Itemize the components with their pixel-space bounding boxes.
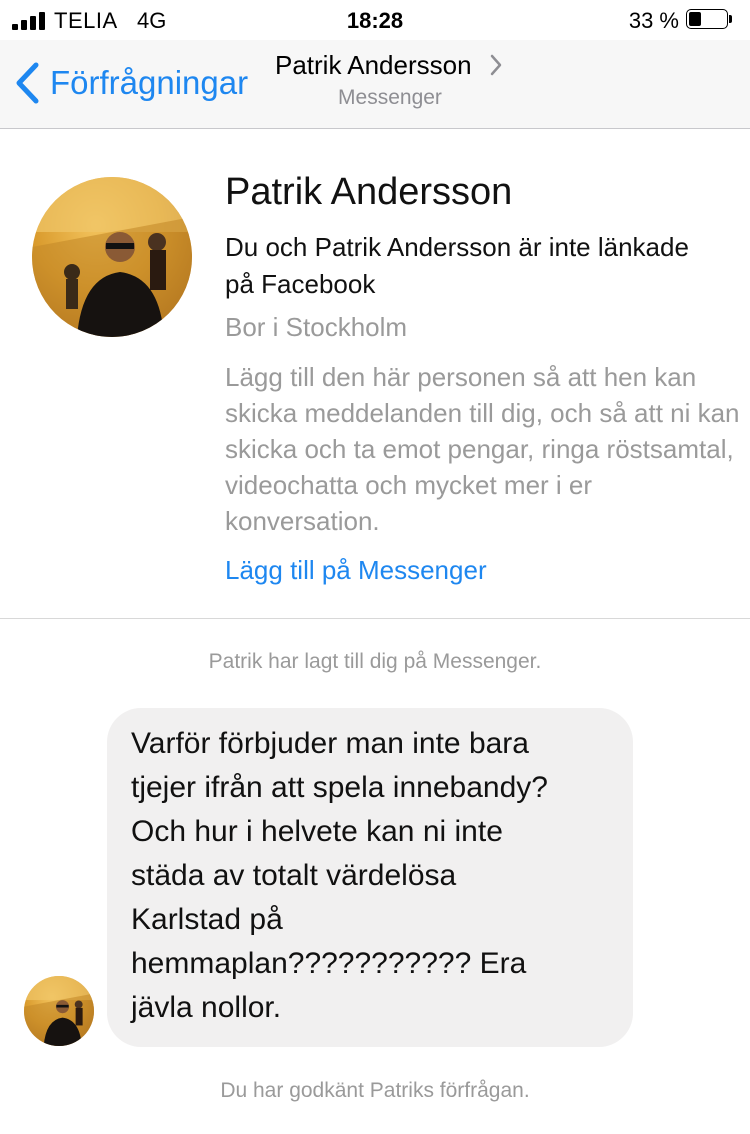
add-to-messenger-button[interactable]: Lägg till på Messenger <box>225 555 487 586</box>
add-person-description: Lägg till den här personen så att hen ka… <box>225 362 740 536</box>
sender-avatar[interactable] <box>24 976 94 1046</box>
message-line: hemmaplan??????????? Era <box>131 947 527 980</box>
location-info: Bor i Stockholm <box>225 312 408 342</box>
not-linked-notice: Du och Patrik Andersson är inte länkade … <box>225 232 689 299</box>
message-line: städa av totalt värdelösa <box>131 859 457 892</box>
navigation-bar: Förfrågningar Patrik Andersson Messenger <box>0 40 750 129</box>
conversation-subtitle: Messenger <box>338 86 442 109</box>
chevron-right-icon[interactable] <box>488 53 504 77</box>
message-line: Och hur i helvete kan ni inte <box>131 815 503 848</box>
status-bar: TELIA 4G 18:28 33 % <box>0 0 750 40</box>
message-line: Karlstad på <box>131 903 283 936</box>
message-line: Varför förbjuder man inte bara <box>131 727 529 760</box>
system-message-added: Patrik har lagt till dig på Messenger. <box>208 650 542 673</box>
message-bubble[interactable]: Varför förbjuder man inte bara tjejer if… <box>107 708 633 1047</box>
battery-icon <box>686 9 736 31</box>
profile-card: Patrik Andersson Du och Patrik Andersson… <box>0 129 750 619</box>
message-line: jävla nollor. <box>131 991 282 1024</box>
battery-percent: 33 % <box>628 8 679 33</box>
profile-avatar[interactable] <box>32 177 192 337</box>
message-line: tjejer ifrån att spela innebandy? <box>131 771 548 804</box>
system-message-accepted: Du har godkänt Patriks förfrågan. <box>220 1079 530 1102</box>
profile-name: Patrik Andersson <box>225 171 513 213</box>
conversation-title[interactable]: Patrik Andersson <box>275 50 472 81</box>
